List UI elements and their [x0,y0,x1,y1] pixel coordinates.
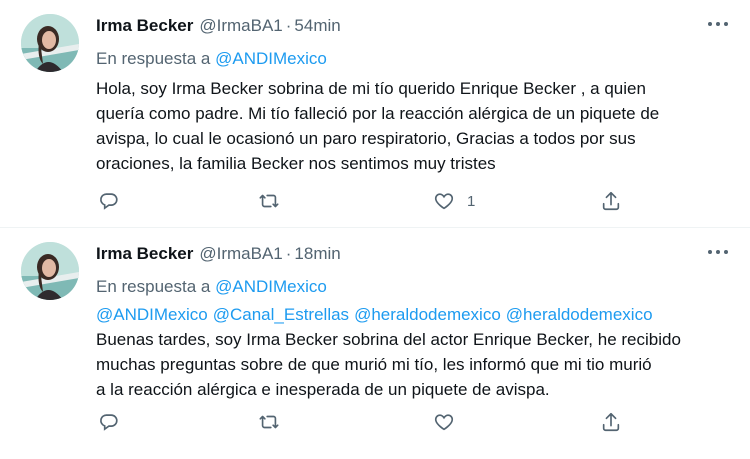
mention-list: @ANDIMexico @Canal_Estrellas @heraldodemex… [96,302,730,327]
author-name[interactable]: Irma Becker [96,14,193,38]
author-handle[interactable]: @IrmaBA1 [199,242,282,266]
more-icon[interactable] [708,248,728,256]
retweet-icon [259,415,279,429]
tweet-header: Irma Becker @IrmaBA1 · 54min [96,14,730,38]
heart-icon [434,414,454,431]
share-icon [602,191,620,211]
separator-dot: · [285,244,292,263]
reply-prefix: En respuesta a [96,49,211,68]
reply-icon [100,414,118,431]
reply-prefix: En respuesta a [96,277,211,296]
reply-context: En respuesta a @ANDIMexico [96,276,730,298]
author-handle[interactable]: @IrmaBA1 [199,14,282,38]
like-button[interactable]: 1 [433,190,475,212]
tweet-header: Irma Becker @IrmaBA1 · 18min [96,242,730,266]
tweet[interactable]: Irma Becker @IrmaBA1 · 54min En respuest… [0,0,750,228]
like-button[interactable] [433,411,467,433]
avatar[interactable] [21,14,79,72]
share-button[interactable] [600,190,622,212]
tweet-text: Hola, soy Irma Becker sobrina de mi tío … [96,79,660,173]
tweet-actions [96,411,730,437]
mention-link[interactable]: @heraldodemexico [506,305,653,324]
tweet-feed: Irma Becker @IrmaBA1 · 54min En respuest… [0,0,750,459]
heart-icon [434,193,454,210]
more-icon[interactable] [708,20,728,28]
tweet-text: Buenas tardes, soy Irma Becker sobrina d… [96,330,681,399]
tweet-timestamp[interactable]: 18min [294,242,340,266]
mention-link[interactable]: @heraldodemexico [354,305,501,324]
share-icon [602,412,620,432]
retweet-button[interactable] [258,411,280,433]
retweet-button[interactable] [258,190,280,212]
reply-context: En respuesta a @ANDIMexico [96,48,730,70]
mention-link[interactable]: @Canal_Estrellas [213,305,349,324]
tweet[interactable]: Irma Becker @IrmaBA1 · 18min En respuest… [0,228,750,459]
reply-icon [100,193,118,210]
reply-handle-link[interactable]: @ANDIMexico [215,277,327,296]
tweet-actions: 1 [96,190,730,216]
reply-button[interactable] [98,411,120,433]
separator-dot: · [285,16,292,35]
reply-button[interactable] [98,190,120,212]
retweet-icon [259,194,279,208]
like-count: 1 [467,192,476,210]
avatar[interactable] [21,242,79,300]
reply-handle-link[interactable]: @ANDIMexico [215,49,327,68]
share-button[interactable] [600,411,622,433]
mention-link[interactable]: @ANDIMexico [96,305,208,324]
tweet-timestamp[interactable]: 54min [294,14,340,38]
author-name[interactable]: Irma Becker [96,242,193,266]
